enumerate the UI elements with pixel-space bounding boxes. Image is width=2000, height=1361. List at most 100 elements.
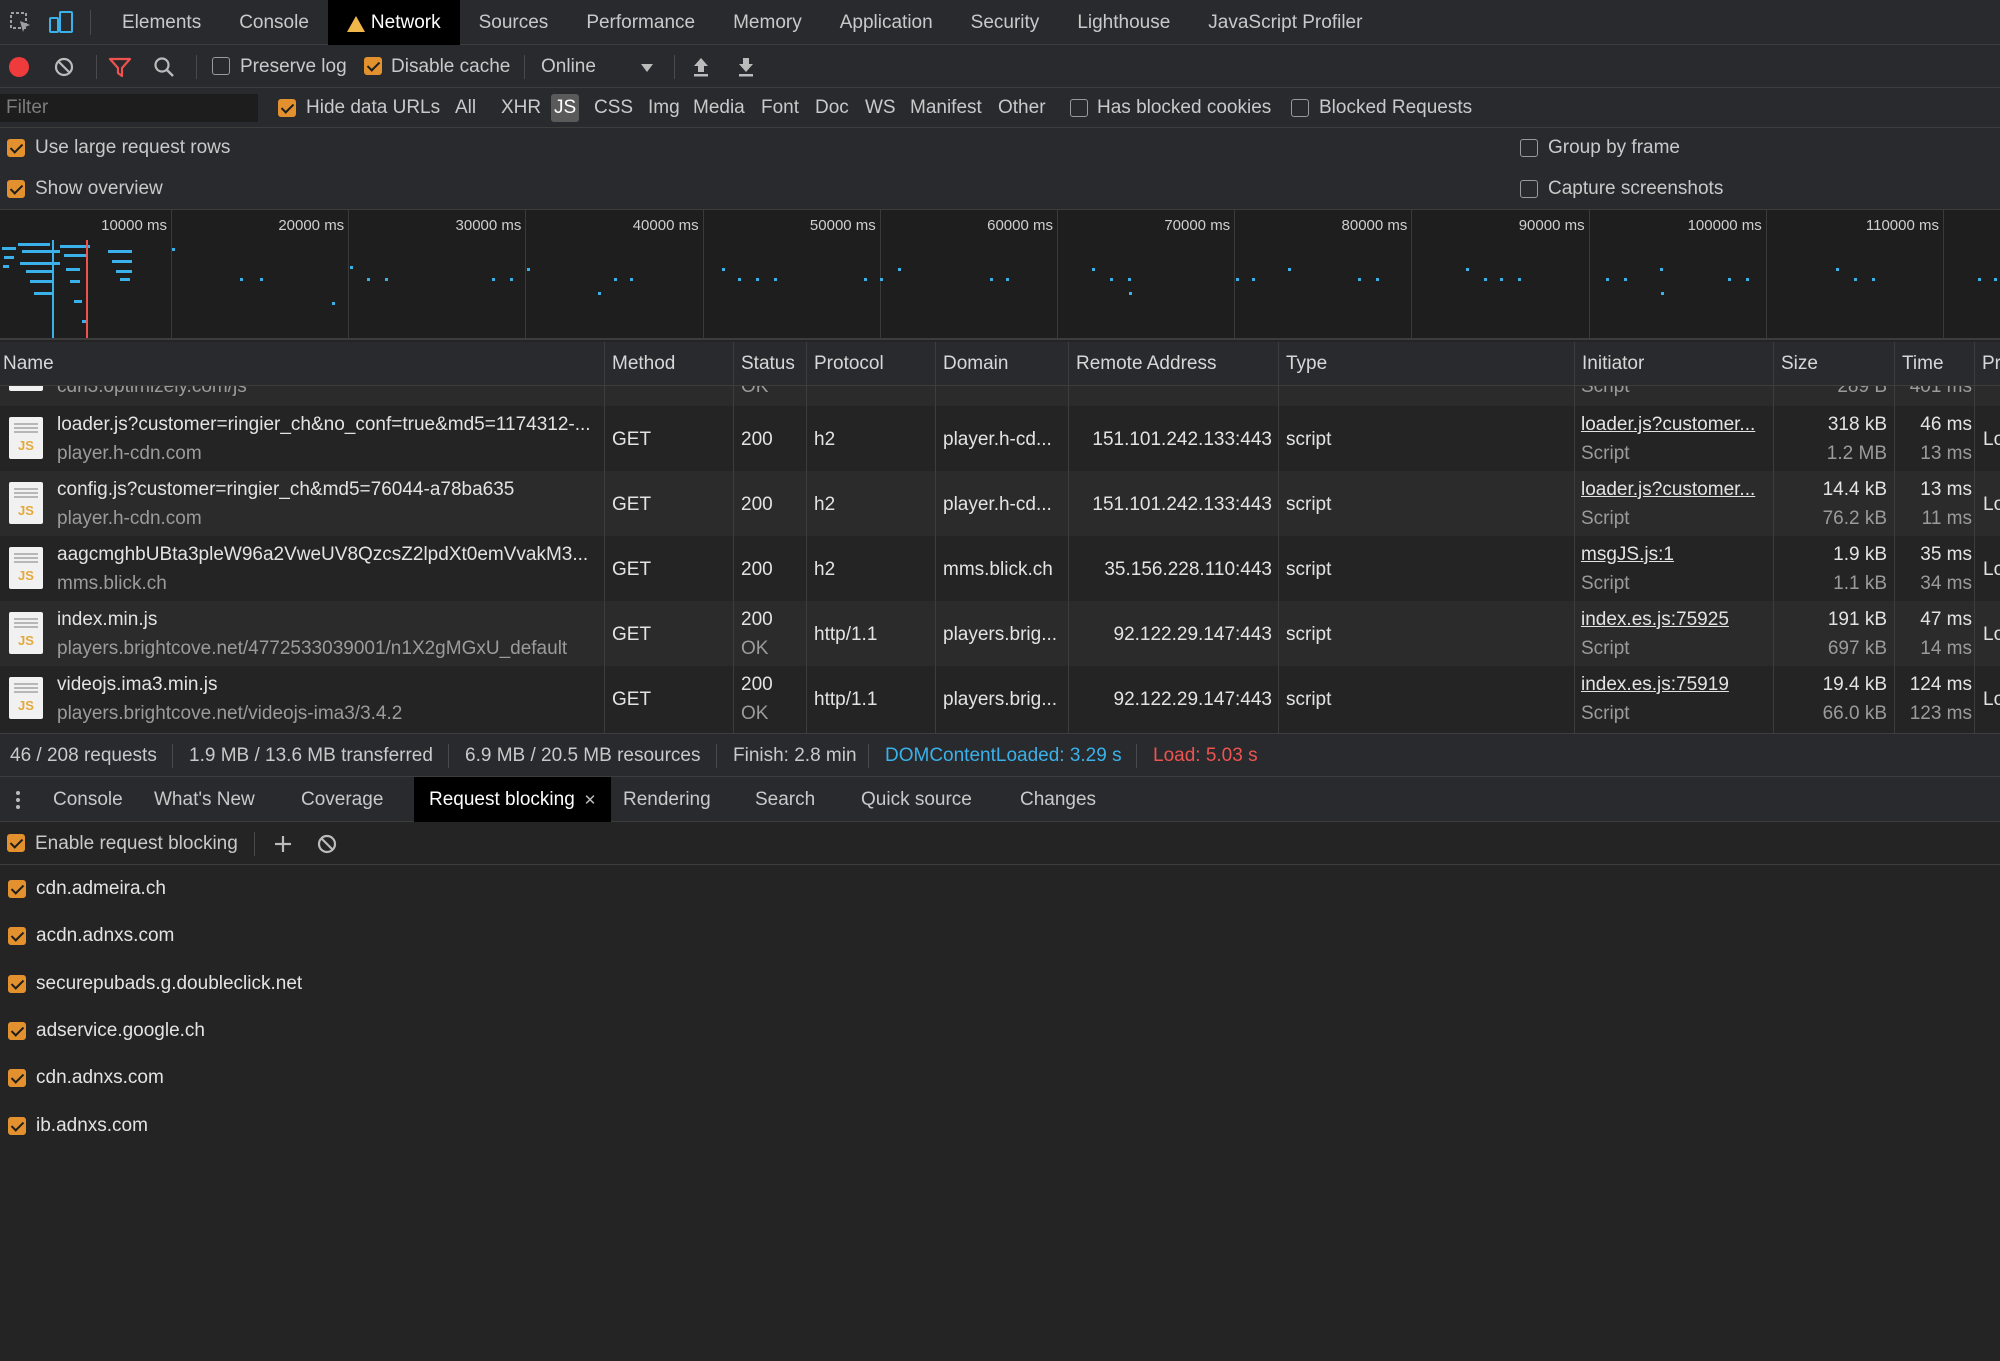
preserve-log-checkbox[interactable]: [212, 57, 230, 75]
column-header-name[interactable]: Name: [0, 342, 54, 386]
pattern-enabled-checkbox[interactable]: [8, 880, 26, 898]
throttling-select[interactable]: Online: [541, 45, 661, 88]
filter-type-font[interactable]: Font: [758, 94, 802, 122]
divider: [448, 744, 449, 768]
request-initiator[interactable]: loader.js?customer...: [1581, 479, 1767, 501]
drawer-tab-rendering[interactable]: Rendering: [608, 777, 726, 822]
large-rows-checkbox[interactable]: [7, 139, 25, 157]
group-by-frame-checkbox[interactable]: [1520, 139, 1538, 157]
table-row[interactable]: JS loader.js?customer=ringier_ch&no_conf=…: [0, 406, 2000, 471]
filter-type-manifest[interactable]: Manifest: [907, 94, 985, 122]
tab-sources[interactable]: Sources: [460, 0, 568, 45]
filter-type-ws[interactable]: WS: [862, 94, 899, 122]
table-row[interactable]: JS config.js?customer=ringier_ch&md5=7604…: [0, 471, 2000, 536]
clear-icon[interactable]: [53, 56, 75, 78]
request-initiator[interactable]: index.es.js:75919: [1581, 674, 1767, 696]
drawer-tab-console[interactable]: Console: [38, 777, 138, 822]
more-tools-icon[interactable]: [14, 789, 22, 811]
table-row[interactable]: JS index.min.js players.brightcove.net/477…: [0, 601, 2000, 666]
filter-type-all[interactable]: All: [452, 94, 479, 122]
request-status: 200: [741, 559, 773, 580]
request-remote-address: 92.122.29.147:443: [1113, 624, 1273, 645]
request-initiator[interactable]: msgJS.js:1: [1581, 544, 1767, 566]
drawer-tab-what-s-new[interactable]: What's New: [139, 777, 270, 822]
capture-screenshots-checkbox[interactable]: [1520, 180, 1538, 198]
drawer-tab-quick-source[interactable]: Quick source: [846, 777, 987, 822]
blocked-pattern-item[interactable]: ib.adnxs.com: [0, 1103, 600, 1150]
blocked-pattern-item[interactable]: cdn.admeira.ch: [0, 866, 600, 913]
add-pattern-icon[interactable]: [272, 833, 294, 855]
pattern-enabled-checkbox[interactable]: [8, 1021, 26, 1040]
blocked-pattern-item[interactable]: cdn.adnxs.com: [0, 1055, 600, 1102]
network-toolbar: Preserve log Disable cache Online: [0, 45, 2000, 88]
tab-label: Performance: [586, 12, 696, 33]
request-type: script: [1286, 559, 1332, 580]
close-tab-icon[interactable]: ✕: [584, 792, 597, 809]
tab-memory[interactable]: Memory: [714, 0, 821, 45]
blocked-pattern-item[interactable]: securepubads.g.doubleclick.net: [0, 961, 600, 1008]
blocked-requests-checkbox[interactable]: [1291, 99, 1309, 117]
import-har-icon[interactable]: [690, 55, 712, 79]
network-overview-timeline[interactable]: 10000 ms 20000 ms 30000 ms 40000 ms 50000 ms…: [0, 210, 2000, 340]
blocked-pattern-item[interactable]: adservice.google.ch: [0, 1008, 600, 1055]
pattern-enabled-checkbox[interactable]: [8, 1116, 26, 1135]
blocked-pattern-item[interactable]: acdn.adnxs.com: [0, 913, 600, 960]
column-header-method[interactable]: Method: [604, 342, 675, 386]
column-header-protocol[interactable]: Protocol: [806, 342, 884, 386]
filter-type-media[interactable]: Media: [690, 94, 748, 122]
filter-type-other[interactable]: Other: [995, 94, 1049, 122]
column-header-status[interactable]: Status: [733, 342, 795, 386]
filter-type-doc[interactable]: Doc: [812, 94, 852, 122]
column-header-domain[interactable]: Domain: [935, 342, 1008, 386]
drawer-tab-changes[interactable]: Changes: [1005, 777, 1111, 822]
enable-request-blocking-checkbox[interactable]: [7, 834, 25, 852]
column-header-remote-address[interactable]: Remote Address: [1068, 342, 1216, 386]
pattern-enabled-checkbox[interactable]: [8, 927, 26, 946]
pattern-enabled-checkbox[interactable]: [8, 974, 26, 993]
request-initiator[interactable]: loader.js?customer...: [1581, 414, 1767, 436]
filter-input[interactable]: [0, 94, 258, 122]
load-line: [86, 240, 88, 338]
export-har-icon[interactable]: [735, 55, 757, 79]
tab-application[interactable]: Application: [821, 0, 952, 45]
tab-performance[interactable]: Performance: [567, 0, 714, 45]
filter-type-img[interactable]: Img: [645, 94, 683, 122]
request-latency: 14 ms: [1920, 638, 1972, 659]
pattern-enabled-checkbox[interactable]: [8, 1069, 26, 1088]
filter-type-css[interactable]: CSS: [591, 94, 636, 122]
tab-console[interactable]: Console: [220, 0, 328, 45]
tab-javascript-profiler[interactable]: JavaScript Profiler: [1189, 0, 1381, 45]
filter-icon[interactable]: [108, 56, 132, 78]
tab-security[interactable]: Security: [952, 0, 1059, 45]
tab-lighthouse[interactable]: Lighthouse: [1058, 0, 1189, 45]
drawer-tab-request-blocking[interactable]: Request blocking ✕: [414, 777, 612, 822]
column-header-time[interactable]: Time: [1894, 342, 1944, 386]
tab-elements[interactable]: Elements: [103, 0, 220, 45]
table-row[interactable]: JS aagcmghbUBta3pleW96a2VweUV8QzcsZ2lpdXt…: [0, 536, 2000, 601]
pattern-text: acdn.adnxs.com: [36, 925, 175, 947]
disable-cache-checkbox[interactable]: [364, 57, 382, 75]
filter-type-js[interactable]: JS: [551, 94, 580, 122]
drawer-tab-search[interactable]: Search: [740, 777, 830, 822]
inspect-element-icon[interactable]: [8, 10, 34, 36]
column-header-size[interactable]: Size: [1773, 342, 1818, 386]
tab-network[interactable]: Network: [327, 0, 460, 45]
filter-type-xhr[interactable]: XHR: [498, 94, 544, 122]
has-blocked-cookies-checkbox[interactable]: [1070, 99, 1088, 117]
table-row[interactable]: JS videojs.ima3.min.js players.brightcove.…: [0, 666, 2000, 731]
column-header-initiator[interactable]: Initiator: [1574, 342, 1644, 386]
search-icon[interactable]: [153, 56, 175, 78]
show-overview-checkbox[interactable]: [7, 180, 25, 198]
request-table: JS cdn3.optimizely.com/js OK Script 289 …: [0, 386, 2000, 733]
device-toolbar-icon[interactable]: [48, 10, 74, 36]
request-resource-size: 1.2 MB: [1826, 443, 1887, 464]
record-icon[interactable]: [8, 56, 30, 78]
script-file-icon: JS: [9, 612, 43, 654]
column-header-type[interactable]: Type: [1278, 342, 1327, 386]
remove-all-patterns-icon[interactable]: [316, 833, 338, 855]
drawer-tab-coverage[interactable]: Coverage: [286, 777, 398, 822]
column-header-pr[interactable]: Pr: [1974, 342, 2000, 386]
request-initiator[interactable]: index.es.js:75925: [1581, 609, 1767, 631]
table-row-partial[interactable]: JS cdn3.optimizely.com/js OK Script 289 …: [0, 386, 2000, 406]
hide-data-urls-checkbox[interactable]: [278, 99, 296, 117]
